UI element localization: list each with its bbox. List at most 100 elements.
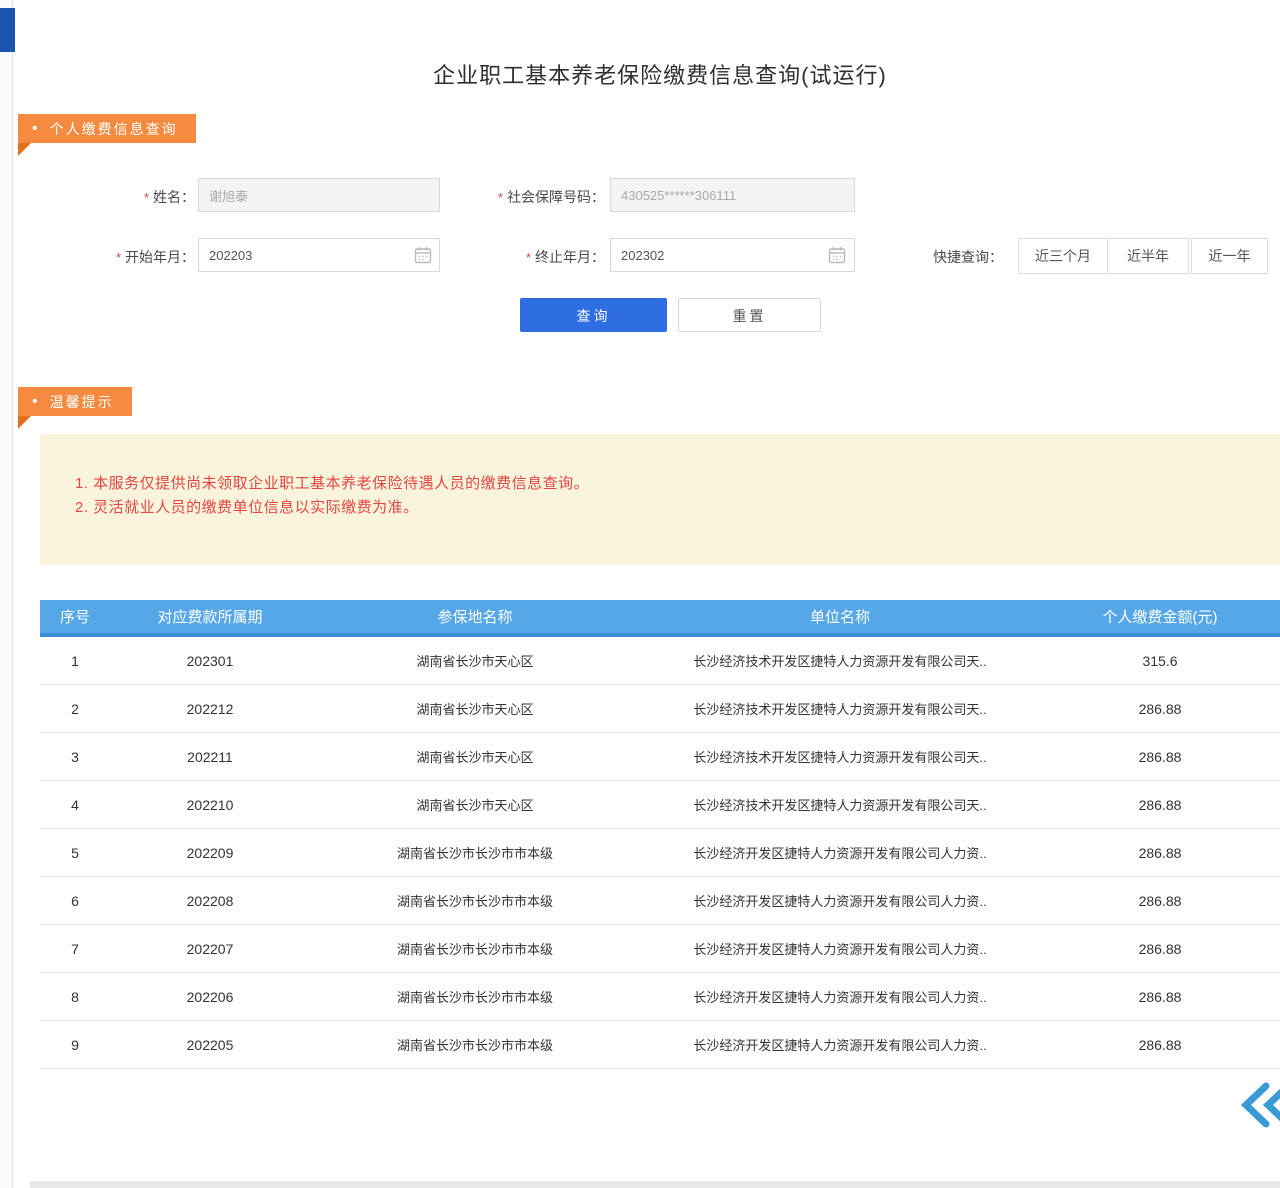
cell-amount: 286.88 [1040, 749, 1280, 765]
cell-employer: 长沙经济技术开发区捷特人力资源开发有限公司天.. [640, 699, 1040, 718]
reset-button[interactable]: 重置 [678, 298, 821, 332]
table-row: 7 202207 湖南省长沙市长沙市市本级 长沙经济开发区捷特人力资源开发有限公… [40, 925, 1280, 973]
cell-amount: 286.88 [1040, 1037, 1280, 1053]
table-row: 9 202205 湖南省长沙市长沙市市本级 长沙经济开发区捷特人力资源开发有限公… [40, 1021, 1280, 1069]
cell-employer: 长沙经济技术开发区捷特人力资源开发有限公司天.. [640, 651, 1040, 670]
cell-period: 202209 [110, 845, 310, 861]
cell-insured-place: 湖南省长沙市长沙市市本级 [310, 1035, 640, 1054]
bullet-icon: • [32, 393, 38, 411]
table-body: 1 202301 湖南省长沙市天心区 长沙经济技术开发区捷特人力资源开发有限公司… [40, 637, 1280, 1069]
required-asterisk: * [526, 250, 531, 265]
cell-employer: 长沙经济开发区捷特人力资源开发有限公司人力资.. [640, 843, 1040, 862]
cell-insured-place: 湖南省长沙市天心区 [310, 747, 640, 766]
cell-index: 3 [40, 749, 110, 765]
cell-insured-place: 湖南省长沙市长沙市市本级 [310, 843, 640, 862]
cell-period: 202206 [110, 989, 310, 1005]
required-asterisk: * [116, 250, 121, 265]
name-input[interactable] [198, 178, 440, 212]
cell-insured-place: 湖南省长沙市长沙市市本级 [310, 891, 640, 910]
cell-employer: 长沙经济技术开发区捷特人力资源开发有限公司天.. [640, 747, 1040, 766]
cell-amount: 315.6 [1040, 653, 1280, 669]
column-header-index: 序号 [40, 606, 110, 627]
cell-index: 5 [40, 845, 110, 861]
cell-index: 2 [40, 701, 110, 717]
table-row: 5 202209 湖南省长沙市长沙市市本级 长沙经济开发区捷特人力资源开发有限公… [40, 829, 1280, 877]
column-header-insured-place: 参保地名称 [310, 606, 640, 627]
cell-index: 1 [40, 653, 110, 669]
ssn-input[interactable] [610, 178, 855, 212]
cell-employer: 长沙经济开发区捷特人力资源开发有限公司人力资.. [640, 891, 1040, 910]
ribbon-fold-decor [18, 143, 31, 156]
cell-employer: 长沙经济开发区捷特人力资源开发有限公司人力资.. [640, 987, 1040, 1006]
bullet-icon: • [32, 120, 38, 138]
cell-insured-place: 湖南省长沙市天心区 [310, 651, 640, 670]
cell-employer: 长沙经济开发区捷特人力资源开发有限公司人力资.. [640, 939, 1040, 958]
end-date-input[interactable] [610, 238, 855, 272]
table-row: 2 202212 湖南省长沙市天心区 长沙经济技术开发区捷特人力资源开发有限公司… [40, 685, 1280, 733]
cell-index: 4 [40, 797, 110, 813]
query-button[interactable]: 查询 [520, 298, 667, 332]
collapsed-sidebar[interactable] [0, 0, 13, 1188]
tips-notice-box: 1. 本服务仅提供尚未领取企业职工基本养老保险待遇人员的缴费信息查询。 2. 灵… [40, 434, 1280, 565]
tips-line: 1. 本服务仅提供尚未领取企业职工基本养老保险待遇人员的缴费信息查询。 [75, 472, 589, 496]
cell-employer: 长沙经济开发区捷特人力资源开发有限公司人力资.. [640, 1035, 1040, 1054]
table-header-row: 序号 对应费款所属期 参保地名称 单位名称 个人缴费金额(元) [40, 600, 1280, 637]
quick-filter-3months[interactable]: 近三个月 [1018, 238, 1108, 274]
tips-text: 1. 本服务仅提供尚未领取企业职工基本养老保险待遇人员的缴费信息查询。 2. 灵… [75, 472, 589, 520]
cell-amount: 286.88 [1040, 845, 1280, 861]
section-badge-personal-query: • 个人缴费信息查询 [18, 114, 196, 143]
cell-period: 202301 [110, 653, 310, 669]
cell-period: 202212 [110, 701, 310, 717]
table-row: 8 202206 湖南省长沙市长沙市市本级 长沙经济开发区捷特人力资源开发有限公… [40, 973, 1280, 1021]
ribbon-fold-decor [18, 416, 31, 429]
column-header-amount: 个人缴费金额(元) [1040, 606, 1280, 627]
quick-query-label: 快捷查询： [933, 247, 1003, 267]
cell-period: 202207 [110, 941, 310, 957]
cell-period: 202210 [110, 797, 310, 813]
calendar-icon[interactable] [414, 246, 432, 264]
cell-index: 6 [40, 893, 110, 909]
start-date-input[interactable] [198, 238, 440, 272]
table-row: 3 202211 湖南省长沙市天心区 长沙经济技术开发区捷特人力资源开发有限公司… [40, 733, 1280, 781]
required-asterisk: * [498, 190, 503, 205]
quick-filter-halfyear[interactable]: 近半年 [1107, 238, 1189, 274]
double-chevron-left-icon[interactable] [1240, 1082, 1280, 1128]
cell-amount: 286.88 [1040, 941, 1280, 957]
cell-amount: 286.88 [1040, 797, 1280, 813]
cell-period: 202208 [110, 893, 310, 909]
table-row: 1 202301 湖南省长沙市天心区 长沙经济技术开发区捷特人力资源开发有限公司… [40, 637, 1280, 685]
cell-amount: 286.88 [1040, 989, 1280, 1005]
cell-index: 7 [40, 941, 110, 957]
cell-amount: 286.88 [1040, 893, 1280, 909]
column-header-period: 对应费款所属期 [110, 606, 310, 627]
cell-insured-place: 湖南省长沙市长沙市市本级 [310, 939, 640, 958]
table-row: 6 202208 湖南省长沙市长沙市市本级 长沙经济开发区捷特人力资源开发有限公… [40, 877, 1280, 925]
bottom-scroll-track[interactable] [30, 1181, 1280, 1188]
required-asterisk: * [144, 190, 149, 205]
table-row: 4 202210 湖南省长沙市天心区 长沙经济技术开发区捷特人力资源开发有限公司… [40, 781, 1280, 829]
cell-amount: 286.88 [1040, 701, 1280, 717]
end-date-label: *终止年月： [460, 247, 605, 267]
pension-query-page: 企业职工基本养老保险缴费信息查询(试运行) • 个人缴费信息查询 *姓名： *社… [0, 0, 1280, 1188]
name-label: *姓名： [70, 187, 195, 207]
sidebar-accent-block [0, 8, 15, 52]
section-badge-label: 个人缴费信息查询 [50, 119, 178, 139]
calendar-icon[interactable] [828, 246, 846, 264]
cell-insured-place: 湖南省长沙市长沙市市本级 [310, 987, 640, 1006]
tips-line: 2. 灵活就业人员的缴费单位信息以实际缴费为准。 [75, 496, 589, 520]
page-title: 企业职工基本养老保险缴费信息查询(试运行) [40, 58, 1280, 90]
cell-index: 8 [40, 989, 110, 1005]
cell-period: 202211 [110, 749, 310, 765]
cell-insured-place: 湖南省长沙市天心区 [310, 699, 640, 718]
section-badge-label: 温馨提示 [50, 392, 114, 412]
cell-employer: 长沙经济技术开发区捷特人力资源开发有限公司天.. [640, 795, 1040, 814]
cell-insured-place: 湖南省长沙市天心区 [310, 795, 640, 814]
cell-index: 9 [40, 1037, 110, 1053]
start-date-label: *开始年月： [70, 247, 195, 267]
column-header-employer: 单位名称 [640, 606, 1040, 627]
payment-records-table: 序号 对应费款所属期 参保地名称 单位名称 个人缴费金额(元) 1 202301… [40, 600, 1280, 1069]
ssn-label: *社会保障号码： [440, 187, 605, 207]
quick-filter-year[interactable]: 近一年 [1191, 238, 1268, 274]
cell-period: 202205 [110, 1037, 310, 1053]
section-badge-tips: • 温馨提示 [18, 387, 132, 416]
